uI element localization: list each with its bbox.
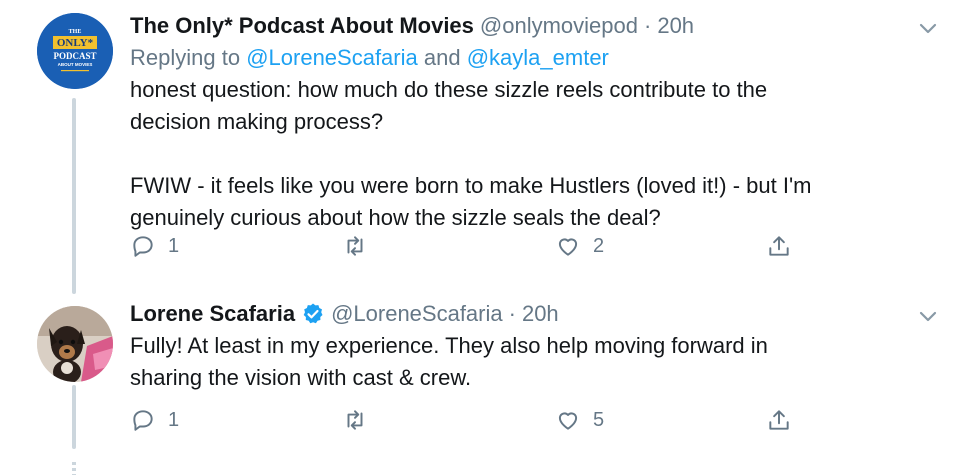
avatar[interactable]: THE ONLY* PODCAST ABOUT MOVIES (37, 13, 113, 89)
retweet-button[interactable] (342, 233, 368, 259)
reply-count: 1 (168, 408, 180, 431)
retweet-icon (347, 410, 363, 430)
share-button[interactable] (766, 233, 792, 259)
share-icon (769, 236, 789, 256)
tweet-text: honest question: how much do these sizzl… (130, 74, 940, 234)
retweet-icon (347, 236, 363, 256)
tweet-text-line: decision making process? (130, 109, 384, 134)
share-icon (769, 410, 789, 430)
display-name[interactable]: The Only* Podcast About Movies (130, 10, 474, 42)
like-count: 2 (593, 234, 605, 257)
verified-badge-icon (301, 302, 325, 326)
chevron-down-icon[interactable] (916, 304, 940, 328)
reply-button[interactable]: 1 (130, 233, 179, 259)
like-button[interactable]: 2 (555, 233, 604, 259)
tweet-onlymoviepod[interactable]: THE ONLY* PODCAST ABOUT MOVIES The Only*… (0, 0, 980, 290)
avatar[interactable] (37, 306, 113, 382)
display-name[interactable]: Lorene Scafaria (130, 298, 295, 330)
heart-icon (558, 412, 578, 430)
chevron-down-icon[interactable] (916, 16, 940, 40)
timestamp[interactable]: 20h (522, 298, 559, 330)
retweet-button[interactable] (342, 407, 368, 433)
timestamp[interactable]: 20h (657, 10, 694, 42)
tweet-text-line: honest question: how much do these sizzl… (130, 77, 768, 102)
reply-count: 1 (168, 234, 180, 257)
thread-more-dots (72, 462, 76, 475)
separator-dot: · (644, 13, 652, 38)
replying-to-and: and (423, 45, 461, 70)
user-handle[interactable]: @LoreneScafaria (331, 298, 503, 330)
reply-icon (133, 236, 153, 257)
tweet-text: Fully! At least in my experience. They a… (130, 330, 940, 394)
podcast-logo-icon: THE ONLY* PODCAST ABOUT MOVIES (37, 13, 113, 89)
logo-text-about-movies: ABOUT MOVIES (58, 62, 93, 67)
mention-link[interactable]: @kayla_emter (467, 45, 609, 70)
separator-dot: · (508, 301, 516, 326)
reply-button[interactable]: 1 (130, 407, 179, 433)
tweet-text-line: Fully! At least in my experience. They a… (130, 333, 768, 358)
tweet-text-line: sharing the vision with cast & crew. (130, 365, 472, 390)
logo-text-only: ONLY* (57, 37, 94, 49)
logo-text-podcast: PODCAST (53, 51, 96, 61)
user-handle[interactable]: @onlymoviepod (480, 10, 638, 42)
logo-text-the: THE (69, 29, 82, 35)
mention-link[interactable]: @LoreneScafaria (246, 45, 418, 70)
like-count: 5 (593, 408, 605, 431)
tweet-text-line: genuinely curious about how the sizzle s… (130, 205, 661, 230)
dog-photo-icon (37, 306, 113, 382)
share-button[interactable] (766, 407, 792, 433)
replying-to: Replying to @LoreneScafaria and @kayla_e… (130, 42, 940, 74)
tweet-text-line: FWIW - it feels like you were born to ma… (130, 173, 812, 198)
tweet-lorenescafaria[interactable]: Lorene Scafaria @LoreneScafaria · 20h Fu… (0, 290, 980, 462)
replying-to-label: Replying to (130, 45, 241, 70)
reply-icon (133, 410, 153, 431)
like-button[interactable]: 5 (555, 407, 604, 433)
heart-icon (558, 238, 578, 256)
